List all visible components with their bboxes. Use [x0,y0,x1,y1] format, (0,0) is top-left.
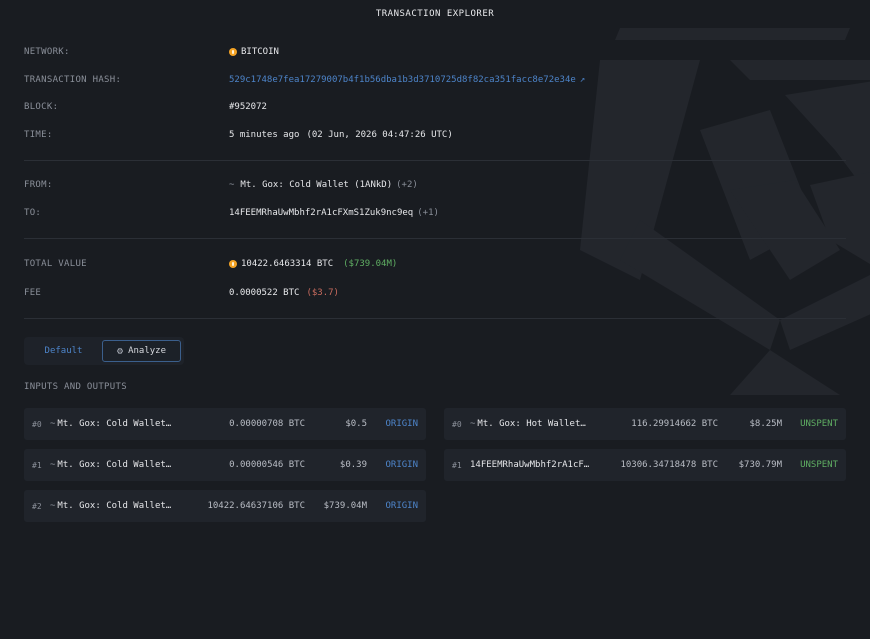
page-title: TRANSACTION EXPLORER [375,9,495,19]
output-row[interactable]: #1 14FEEMRhaUwMbhf2rA1cF… 10306.34718478… [444,449,846,481]
input-usd: $0.39 [339,460,367,470]
output-amount: 116.29914662 BTC [631,419,718,429]
input-row[interactable]: #0 ~ Mt. Gox: Cold Wallet… 0.00000708 BT… [24,408,426,440]
to-label: TO: [24,208,42,218]
input-index: #0 [32,419,42,429]
output-usd: $8.25M [749,419,782,429]
input-amount: 0.00000546 BTC [229,460,305,470]
output-row[interactable]: #0 ~ Mt. Gox: Hot Wallet… 116.29914662 B… [444,408,846,440]
input-row[interactable]: #2 ~ Mt. Gox: Cold Wallet… 10422.6463710… [24,490,426,522]
input-entity[interactable]: Mt. Gox: Cold Wallet… [57,419,195,429]
bitcoin-icon [229,48,237,56]
time-label: TIME: [24,130,53,140]
analyze-icon: ⚙ [117,345,124,357]
view-toggle: Default ⚙ Analyze [24,337,184,365]
input-amount: 0.00000708 BTC [229,419,305,429]
fee-btc: 0.0000522 BTC [229,288,300,298]
transaction-hash-link[interactable]: 529c1748e7fea17279007b4f1b56dba1b3d37107… [229,75,576,85]
divider [24,318,846,319]
output-tag[interactable]: UNSPENT [782,419,838,429]
block-row: BLOCK: #952072 [24,100,846,114]
output-amount: 10306.34718478 BTC [620,460,718,470]
tab-analyze[interactable]: ⚙ Analyze [102,340,181,362]
fee-usd: ($3.7) [306,288,339,298]
input-entity[interactable]: Mt. Gox: Cold Wallet… [57,460,195,470]
hash-label: TRANSACTION HASH: [24,75,122,85]
input-amount: 10422.64637106 BTC [207,501,305,511]
output-index: #1 [452,460,462,470]
total-value-usd: ($739.04M) [343,259,398,269]
from-label: FROM: [24,180,53,190]
external-link-icon[interactable]: ↗ [580,75,585,85]
divider [24,160,846,161]
input-tag[interactable]: ORIGIN [367,460,418,470]
inputs-outputs-title: INPUTS AND OUTPUTS [24,382,127,392]
network-value: BITCOIN [241,47,279,57]
entity-icon: ~ [50,419,56,429]
input-usd: $739.04M [323,501,367,511]
fee-label: FEE [24,288,42,298]
time-absolute: (02 Jun, 2026 04:47:26 UTC) [306,130,453,140]
fee-row: FEE 0.0000522 BTC ($3.7) [24,286,846,300]
total-value-row: TOTAL VALUE 10422.6463314 BTC ($739.04M) [24,257,846,271]
input-tag[interactable]: ORIGIN [367,419,418,429]
input-index: #2 [32,501,42,511]
block-label: BLOCK: [24,102,59,112]
input-usd: $0.5 [345,419,367,429]
network-label: NETWORK: [24,47,70,57]
from-value[interactable]: Mt. Gox: Cold Wallet (1ANkD) [240,180,392,190]
input-entity[interactable]: Mt. Gox: Cold Wallet… [57,501,179,511]
entity-icon: ~ [50,501,56,511]
entity-icon: ~ [229,180,235,190]
block-value[interactable]: #952072 [229,102,267,112]
network-row: NETWORK: BITCOIN [24,45,846,59]
output-tag[interactable]: UNSPENT [782,460,838,470]
entity-icon: ~ [470,419,476,429]
output-usd: $730.79M [738,460,782,470]
divider [24,238,846,239]
bitcoin-icon [229,260,237,268]
total-value-btc: 10422.6463314 BTC [241,259,334,269]
total-value-label: TOTAL VALUE [24,259,87,269]
output-index: #0 [452,419,462,429]
tab-default[interactable]: Default [27,340,100,362]
input-index: #1 [32,460,42,470]
tab-analyze-label: Analyze [128,346,166,356]
entity-icon: ~ [50,460,56,470]
output-entity[interactable]: Mt. Gox: Hot Wallet… [477,419,608,429]
hash-row: TRANSACTION HASH: 529c1748e7fea17279007b… [24,73,846,87]
from-row: FROM: ~ Mt. Gox: Cold Wallet (1ANkD) (+2… [24,178,846,192]
time-relative: 5 minutes ago [229,130,300,140]
to-extra-count[interactable]: (+1) [417,208,439,218]
from-extra-count[interactable]: (+2) [396,180,418,190]
output-entity[interactable]: 14FEEMRhaUwMbhf2rA1cF… [470,460,598,470]
input-row[interactable]: #1 ~ Mt. Gox: Cold Wallet… 0.00000546 BT… [24,449,426,481]
to-row: TO: 14FEEMRhaUwMbhf2rA1cFXmS1Zuk9nc9eq (… [24,206,846,220]
to-value[interactable]: 14FEEMRhaUwMbhf2rA1cFXmS1Zuk9nc9eq [229,208,413,218]
input-tag[interactable]: ORIGIN [367,501,418,511]
time-row: TIME: 5 minutes ago (02 Jun, 2026 04:47:… [24,128,846,142]
